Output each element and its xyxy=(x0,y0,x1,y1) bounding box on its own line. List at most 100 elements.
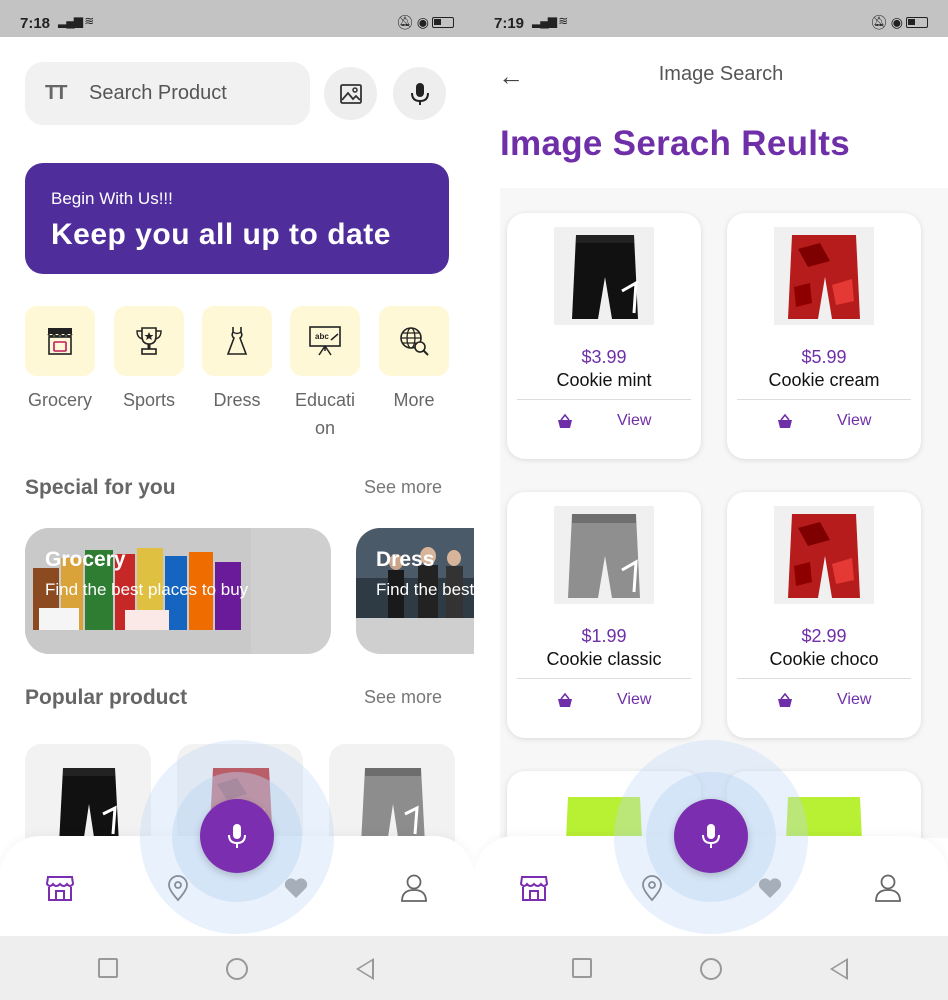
basket-icon[interactable] xyxy=(776,413,794,431)
app-header: ← Image Search xyxy=(474,37,948,112)
special-card-subtitle: Find the best places to buy xyxy=(376,580,474,599)
category-tile xyxy=(379,306,449,376)
nav-shop-button[interactable] xyxy=(44,872,76,904)
product-name: Cookie cream xyxy=(768,370,880,390)
alarm-icon: ◉ xyxy=(890,14,903,30)
promo-banner[interactable]: Begin With Us!!! Keep you all up to date xyxy=(25,163,449,274)
results-title: Image Serach Reults xyxy=(500,124,851,163)
result-card[interactable]: $1.99 Cookie classic View xyxy=(507,492,701,738)
product-price: $5.99 xyxy=(801,347,847,367)
popular-section-title: Popular product xyxy=(25,686,188,709)
special-section-title: Special for you xyxy=(25,476,176,499)
voice-fab-button[interactable] xyxy=(674,799,748,873)
category-grocery[interactable]: Grocery xyxy=(25,306,95,414)
category-label: Sports xyxy=(122,390,176,410)
mute-icon: 🔕︎ xyxy=(396,14,414,30)
nav-profile-button[interactable] xyxy=(872,872,904,904)
card-divider xyxy=(517,678,691,679)
voice-search-button[interactable] xyxy=(393,67,446,120)
recent-apps-button[interactable] xyxy=(572,958,592,978)
microphone-icon xyxy=(410,82,429,105)
category-label: More xyxy=(393,390,435,410)
view-button[interactable]: View xyxy=(837,412,871,430)
image-search-button[interactable] xyxy=(324,67,377,120)
product-image xyxy=(774,506,874,604)
nav-profile-button[interactable] xyxy=(398,872,430,904)
grey-shorts-image xyxy=(568,514,640,598)
recent-apps-button[interactable] xyxy=(98,958,118,978)
user-icon xyxy=(875,874,901,902)
microphone-icon xyxy=(702,824,720,848)
product-price: $1.99 xyxy=(581,626,627,646)
product-image xyxy=(774,227,874,325)
product-price: $2.99 xyxy=(801,626,847,646)
basket-icon[interactable] xyxy=(556,413,574,431)
status-icons: 🔕︎ ◉ xyxy=(396,14,454,31)
popular-see-more-link[interactable]: See more xyxy=(364,687,442,708)
product-name: Cookie choco xyxy=(769,649,879,669)
status-bar: 7:18 ▂▄▆ ≋ 🔕︎ ◉ xyxy=(0,0,474,37)
home-button[interactable] xyxy=(226,958,248,980)
battery-icon xyxy=(432,17,454,28)
red-camo-shorts-image xyxy=(788,514,860,598)
card-divider xyxy=(737,399,911,400)
text-size-icon: TT xyxy=(45,82,67,104)
category-label: Dress xyxy=(213,390,261,410)
view-button[interactable]: View xyxy=(617,691,651,709)
banner-subtitle: Begin With Us!!! xyxy=(51,189,173,208)
result-card[interactable]: $2.99 Cookie choco View xyxy=(727,492,921,738)
special-card-title: Dress xyxy=(376,548,435,571)
product-price: $3.99 xyxy=(581,347,627,367)
mute-icon: 🔕︎ xyxy=(870,14,888,30)
trophy-icon xyxy=(136,327,162,355)
home-screen: 7:18 ▂▄▆ ≋ 🔕︎ ◉ TT Begin With Us!!! Keep… xyxy=(0,0,474,1000)
view-button[interactable]: View xyxy=(837,691,871,709)
presentation-board-icon: abc xyxy=(309,326,341,356)
voice-fab-button[interactable] xyxy=(200,799,274,873)
system-nav-bar xyxy=(474,936,948,1000)
dress-people-image xyxy=(356,528,474,618)
black-shorts-image xyxy=(572,235,638,319)
special-card-grocery[interactable]: Grocery Find the best places to buy xyxy=(25,528,331,654)
nav-shop-button[interactable] xyxy=(518,872,550,904)
alarm-icon: ◉ xyxy=(416,14,429,30)
status-time: 7:19 xyxy=(494,15,525,32)
special-card-title: Grocery xyxy=(45,548,126,571)
basket-icon[interactable] xyxy=(556,692,574,710)
search-bar[interactable]: TT xyxy=(25,62,310,125)
category-sports[interactable]: Sports xyxy=(114,306,184,414)
card-divider xyxy=(517,399,691,400)
result-card[interactable]: $3.99 Cookie mint View xyxy=(507,213,701,459)
special-see-more-link[interactable]: See more xyxy=(364,477,442,498)
special-card-subtitle: Find the best places to buy xyxy=(45,580,249,599)
back-system-button[interactable] xyxy=(830,958,848,980)
card-divider xyxy=(737,678,911,679)
view-button[interactable]: View xyxy=(617,412,651,430)
result-card[interactable]: $5.99 Cookie cream View xyxy=(727,213,921,459)
search-input[interactable] xyxy=(89,76,289,110)
category-tile: abc xyxy=(290,306,360,376)
signal-wifi-icon: ▂▄▆ ≋ xyxy=(58,14,94,28)
svg-text:abc: abc xyxy=(315,332,329,341)
category-label: Grocery xyxy=(27,390,92,410)
banner-headline: Keep you all up to date xyxy=(51,218,391,251)
product-name: Cookie mint xyxy=(556,370,652,390)
system-nav-bar xyxy=(0,936,474,1000)
dress-icon xyxy=(226,327,248,355)
signal-wifi-icon: ▂▄▆ ≋ xyxy=(532,14,568,28)
back-system-button[interactable] xyxy=(356,958,374,980)
user-icon xyxy=(401,874,427,902)
category-tile xyxy=(25,306,95,376)
storefront-icon xyxy=(45,876,75,901)
storefront-icon xyxy=(519,876,549,901)
special-card-dress[interactable]: Dress Find the best places to buy xyxy=(356,528,474,654)
category-dress[interactable]: Dress xyxy=(202,306,272,414)
category-education[interactable]: abc Education xyxy=(290,306,360,442)
category-more[interactable]: More xyxy=(379,306,449,414)
red-camo-shorts-image xyxy=(788,235,860,319)
basket-icon[interactable] xyxy=(776,692,794,710)
home-button[interactable] xyxy=(700,958,722,980)
status-icons: 🔕︎ ◉ xyxy=(870,14,928,31)
store-basket-icon xyxy=(47,328,73,355)
battery-icon xyxy=(906,17,928,28)
